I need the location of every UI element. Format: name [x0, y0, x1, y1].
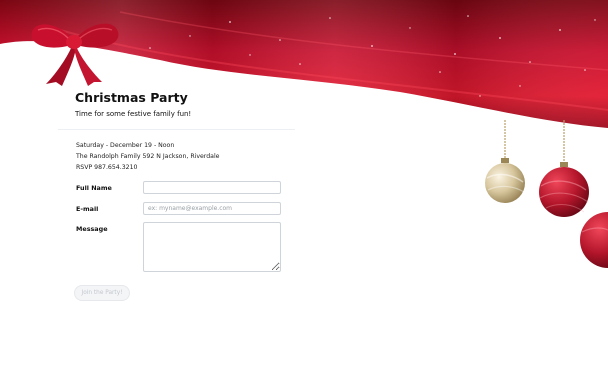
ornament-icon: [485, 120, 525, 203]
email-input[interactable]: [143, 202, 281, 215]
event-address: The Randolph Family 592 N Jackson, River…: [76, 153, 220, 160]
full-name-input[interactable]: [143, 181, 281, 194]
event-rsvp: RSVP 987.654.3210: [76, 164, 138, 171]
page-subtitle: Time for some festive family fun!: [75, 110, 192, 118]
message-textarea[interactable]: [143, 222, 281, 272]
ornaments-decoration: [485, 120, 608, 268]
page-title: Christmas Party: [75, 90, 188, 105]
ornament-icon: [580, 212, 608, 268]
divider: [58, 129, 295, 130]
event-date: Saturday - December 19 - Noon: [76, 142, 175, 149]
ribbon-bow-icon: [31, 23, 119, 86]
email-label: E-mail: [76, 205, 99, 213]
message-label: Message: [76, 225, 108, 233]
full-name-label: Full Name: [76, 184, 112, 192]
join-party-button[interactable]: Join the Party!: [74, 285, 130, 301]
ornament-icon: [539, 120, 589, 217]
